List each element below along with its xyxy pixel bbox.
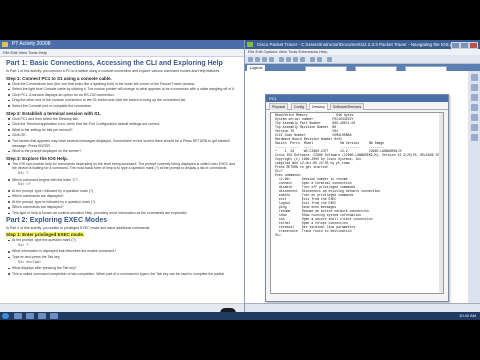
list-item: At the prompt, type te followed by a que… — [8, 200, 238, 205]
zoom-in-icon[interactable] — [310, 56, 315, 62]
paste-icon[interactable] — [286, 56, 291, 62]
zoom-out-icon[interactable] — [317, 56, 322, 62]
minimize-button[interactable] — [451, 42, 460, 49]
close-button[interactable] — [469, 42, 478, 49]
device-panel — [245, 303, 480, 312]
list-item: Select the Console port to complete the … — [8, 104, 238, 109]
step1-heading: Step 1: Connect PC1 to S1 using a consol… — [6, 75, 112, 81]
taskbar-word-icon[interactable] — [38, 313, 46, 319]
palette-icon[interactable] — [327, 56, 332, 62]
part2-heading: Part 2: Exploring EXEC Modes — [6, 216, 108, 224]
list-item: This type of help is known as context-se… — [8, 211, 238, 216]
part1-heading: Part 1: Basic Connections, Accessing the… — [6, 60, 223, 67]
instructions-title-bar[interactable]: PT Activity 20008 — [0, 40, 244, 49]
tab-software-services[interactable]: Software/Services — [330, 103, 365, 110]
packet-tracer-window: Cisco Packet Tracer - C:\Users\Instructo… — [245, 40, 480, 312]
pt-title: Cisco Packet Tracer - C:\Users\Instructo… — [257, 42, 458, 47]
copy-icon[interactable] — [279, 56, 284, 62]
code-line: S1> c? — [18, 183, 31, 188]
maximize-button[interactable] — [460, 42, 469, 49]
instructions-status-bar — [0, 303, 244, 312]
list-item: This is called command completion or tab… — [8, 272, 238, 277]
list-item: Click PC1 and then select the Desktop ta… — [8, 117, 238, 122]
pc1-dialog: PC1 Physical Config Desktop Software/Ser… — [265, 94, 449, 302]
pt-app-icon — [247, 42, 253, 47]
draw-tool-icon[interactable] — [470, 124, 478, 131]
list-item: What is the prompt displayed on the scre… — [8, 149, 238, 154]
step2-heading: Step 2: Establish a terminal session wit… — [6, 110, 102, 116]
note-tool-icon[interactable] — [470, 94, 478, 101]
save-icon[interactable] — [262, 56, 267, 62]
new-file-icon[interactable] — [248, 56, 253, 62]
terminal-line: S1> — [275, 233, 281, 237]
taskbar-browser-icon[interactable] — [26, 313, 34, 319]
instructions-menu-bar[interactable]: File Edit View Tools Help — [0, 49, 244, 57]
part1-intro: In Part 1 of this activity, you connect … — [6, 69, 221, 73]
print-icon[interactable] — [269, 56, 274, 62]
step3-heading: Step 3: Explore the IOS Help. — [6, 155, 69, 161]
list-item: What displays after pressing the Tab key… — [8, 266, 238, 271]
list-item: Which commands are displayed? — [8, 194, 238, 199]
pc1-dialog-tabs: Physical Config Desktop Software/Service… — [266, 102, 448, 110]
instructions-document: Part 1: Basic Connections, Accessing the… — [0, 57, 244, 276]
inspect-tool-icon[interactable] — [470, 114, 478, 121]
open-file-icon[interactable] — [255, 56, 260, 62]
list-item: At the prompt, type t followed by a ques… — [8, 189, 238, 194]
list-item: Which commands are displayed? — [8, 205, 238, 210]
terminal-output: Read/Write Memory 64K bytes System serial… — [271, 113, 443, 237]
delete-tool-icon[interactable] — [470, 104, 478, 111]
resize-tool-icon[interactable] — [470, 134, 478, 141]
instructions-window: PT Activity 20008 File Edit View Tools H… — [0, 40, 245, 312]
list-item: Which command begins with the letter 'C'… — [8, 178, 238, 183]
list-item: Select the light blue Console cable by c… — [8, 87, 238, 92]
list-item: Type en and press the Tab key. — [8, 255, 238, 260]
taskbar-packettracer-icon[interactable] — [50, 313, 58, 319]
move-tool-icon[interactable] — [470, 84, 478, 91]
list-item: Click the Terminal application icon; ver… — [8, 122, 238, 127]
list-item: Drag the other end of the console connec… — [8, 98, 238, 103]
undo-icon[interactable] — [293, 56, 298, 62]
taskbar-explorer-icon[interactable] — [14, 313, 22, 319]
desktop-screen: PT Activity 20008 File Edit View Tools H… — [0, 40, 480, 320]
list-item: What is the setting for bits per second? — [8, 128, 238, 133]
part2-step1-text: Step 1: Enter privileged EXEC mode. — [6, 232, 85, 238]
letterbox-bottom — [0, 320, 480, 360]
part2-intro: In Part 2 of this activity, you switch t… — [6, 225, 151, 230]
taskbar-clock: 10:42 AM — [459, 313, 476, 318]
list-item: Click OK. — [8, 133, 238, 138]
right-toolbar — [468, 71, 480, 303]
list-item: At the prompt, type the question mark (?… — [8, 238, 238, 243]
part2-step1-heading: Step 1: Enter privileged EXEC mode. — [6, 232, 238, 238]
list-item: What information is displayed that descr… — [8, 249, 238, 254]
pt-title-bar[interactable]: Cisco Packet Tracer - C:\Users\Instructo… — [245, 40, 480, 49]
select-tool-icon[interactable] — [470, 74, 478, 81]
start-button[interactable] — [2, 313, 9, 319]
list-item: The screen that appears may have several… — [8, 139, 238, 148]
pt-toolbar — [245, 55, 480, 64]
terminal-window[interactable]: Read/Write Memory 64K bytes System serial… — [270, 112, 444, 294]
instructions-title: PT Activity 20008 — [12, 41, 51, 47]
tab-config[interactable]: Config — [291, 103, 308, 110]
code-line: S1> ? — [18, 243, 29, 248]
app-icon — [2, 42, 8, 47]
taskbar: 10:42 AM — [0, 312, 480, 320]
list-item: Click the Connections icon (the one that… — [8, 82, 238, 87]
redo-icon[interactable] — [300, 56, 305, 62]
list-item: The IOS can provide help for commands de… — [8, 162, 238, 171]
code-line: S1> en<Tab> — [18, 260, 42, 265]
tab-desktop[interactable]: Desktop — [309, 103, 328, 110]
code-line: S1> ? — [18, 171, 29, 176]
tab-physical[interactable]: Physical — [269, 103, 289, 110]
list-item: Click PC1. A window displays an option f… — [8, 93, 238, 98]
pc1-dialog-title-bar[interactable]: PC1 — [266, 95, 448, 102]
letterbox-top — [0, 0, 480, 40]
terminal-scrollbar[interactable] — [439, 113, 443, 293]
